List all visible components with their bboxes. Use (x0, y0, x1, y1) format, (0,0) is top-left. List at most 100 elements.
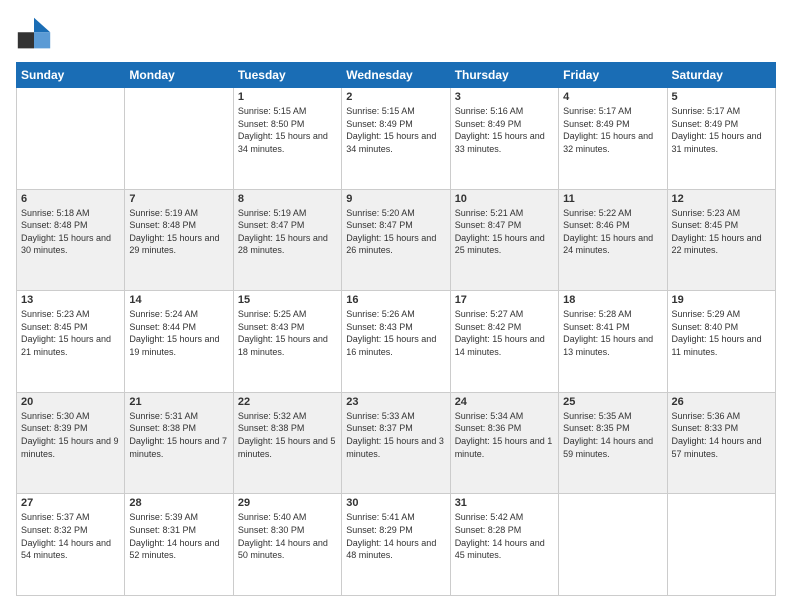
sunrise-label: Sunrise: 5:22 AM (563, 208, 632, 218)
weekday-header: Thursday (450, 63, 558, 88)
day-info: Sunrise: 5:15 AM Sunset: 8:50 PM Dayligh… (238, 105, 337, 155)
daylight-label: Daylight: 15 hours and 26 minutes. (346, 233, 436, 256)
sunset-label: Sunset: 8:42 PM (455, 322, 522, 332)
sunrise-label: Sunrise: 5:25 AM (238, 309, 307, 319)
calendar-cell: 15 Sunrise: 5:25 AM Sunset: 8:43 PM Dayl… (233, 291, 341, 393)
calendar-cell: 29 Sunrise: 5:40 AM Sunset: 8:30 PM Dayl… (233, 494, 341, 596)
day-info: Sunrise: 5:24 AM Sunset: 8:44 PM Dayligh… (129, 308, 228, 358)
daylight-label: Daylight: 15 hours and 14 minutes. (455, 334, 545, 357)
day-info: Sunrise: 5:23 AM Sunset: 8:45 PM Dayligh… (672, 207, 771, 257)
sunset-label: Sunset: 8:43 PM (238, 322, 305, 332)
day-info: Sunrise: 5:16 AM Sunset: 8:49 PM Dayligh… (455, 105, 554, 155)
calendar-cell: 30 Sunrise: 5:41 AM Sunset: 8:29 PM Dayl… (342, 494, 450, 596)
sunset-label: Sunset: 8:35 PM (563, 423, 630, 433)
daylight-label: Daylight: 15 hours and 13 minutes. (563, 334, 653, 357)
sunset-label: Sunset: 8:47 PM (346, 220, 413, 230)
calendar-cell: 9 Sunrise: 5:20 AM Sunset: 8:47 PM Dayli… (342, 189, 450, 291)
day-number: 2 (346, 91, 445, 103)
weekday-header: Tuesday (233, 63, 341, 88)
calendar-cell: 27 Sunrise: 5:37 AM Sunset: 8:32 PM Dayl… (17, 494, 125, 596)
day-number: 5 (672, 91, 771, 103)
sunrise-label: Sunrise: 5:42 AM (455, 512, 524, 522)
sunset-label: Sunset: 8:45 PM (672, 220, 739, 230)
sunset-label: Sunset: 8:41 PM (563, 322, 630, 332)
daylight-label: Daylight: 14 hours and 50 minutes. (238, 538, 328, 561)
day-info: Sunrise: 5:20 AM Sunset: 8:47 PM Dayligh… (346, 207, 445, 257)
day-info: Sunrise: 5:18 AM Sunset: 8:48 PM Dayligh… (21, 207, 120, 257)
daylight-label: Daylight: 15 hours and 34 minutes. (346, 131, 436, 154)
calendar-cell: 24 Sunrise: 5:34 AM Sunset: 8:36 PM Dayl… (450, 392, 558, 494)
daylight-label: Daylight: 15 hours and 22 minutes. (672, 233, 762, 256)
day-number: 6 (21, 193, 120, 205)
day-number: 9 (346, 193, 445, 205)
sunrise-label: Sunrise: 5:27 AM (455, 309, 524, 319)
day-number: 31 (455, 497, 554, 509)
sunset-label: Sunset: 8:31 PM (129, 525, 196, 535)
daylight-label: Daylight: 15 hours and 16 minutes. (346, 334, 436, 357)
sunset-label: Sunset: 8:47 PM (455, 220, 522, 230)
sunrise-label: Sunrise: 5:18 AM (21, 208, 90, 218)
daylight-label: Daylight: 15 hours and 1 minute. (455, 436, 553, 459)
daylight-label: Daylight: 15 hours and 32 minutes. (563, 131, 653, 154)
day-number: 19 (672, 294, 771, 306)
day-number: 27 (21, 497, 120, 509)
sunrise-label: Sunrise: 5:35 AM (563, 411, 632, 421)
calendar-cell: 10 Sunrise: 5:21 AM Sunset: 8:47 PM Dayl… (450, 189, 558, 291)
calendar-cell (17, 88, 125, 190)
sunset-label: Sunset: 8:40 PM (672, 322, 739, 332)
day-info: Sunrise: 5:31 AM Sunset: 8:38 PM Dayligh… (129, 410, 228, 460)
day-info: Sunrise: 5:28 AM Sunset: 8:41 PM Dayligh… (563, 308, 662, 358)
day-number: 7 (129, 193, 228, 205)
day-info: Sunrise: 5:42 AM Sunset: 8:28 PM Dayligh… (455, 511, 554, 561)
calendar-cell (125, 88, 233, 190)
sunrise-label: Sunrise: 5:41 AM (346, 512, 415, 522)
sunrise-label: Sunrise: 5:20 AM (346, 208, 415, 218)
day-number: 16 (346, 294, 445, 306)
weekday-header: Sunday (17, 63, 125, 88)
sunset-label: Sunset: 8:49 PM (672, 119, 739, 129)
day-number: 21 (129, 396, 228, 408)
sunrise-label: Sunrise: 5:39 AM (129, 512, 198, 522)
calendar-cell: 16 Sunrise: 5:26 AM Sunset: 8:43 PM Dayl… (342, 291, 450, 393)
calendar-week: 27 Sunrise: 5:37 AM Sunset: 8:32 PM Dayl… (17, 494, 776, 596)
weekday-header: Saturday (667, 63, 775, 88)
sunset-label: Sunset: 8:48 PM (129, 220, 196, 230)
calendar-cell (559, 494, 667, 596)
calendar-cell: 21 Sunrise: 5:31 AM Sunset: 8:38 PM Dayl… (125, 392, 233, 494)
day-info: Sunrise: 5:40 AM Sunset: 8:30 PM Dayligh… (238, 511, 337, 561)
day-number: 23 (346, 396, 445, 408)
logo (16, 16, 56, 52)
day-info: Sunrise: 5:29 AM Sunset: 8:40 PM Dayligh… (672, 308, 771, 358)
daylight-label: Daylight: 14 hours and 59 minutes. (563, 436, 653, 459)
day-number: 28 (129, 497, 228, 509)
sunrise-label: Sunrise: 5:34 AM (455, 411, 524, 421)
calendar-cell: 6 Sunrise: 5:18 AM Sunset: 8:48 PM Dayli… (17, 189, 125, 291)
day-info: Sunrise: 5:17 AM Sunset: 8:49 PM Dayligh… (563, 105, 662, 155)
day-number: 17 (455, 294, 554, 306)
sunset-label: Sunset: 8:49 PM (455, 119, 522, 129)
weekday-header: Wednesday (342, 63, 450, 88)
calendar-cell: 4 Sunrise: 5:17 AM Sunset: 8:49 PM Dayli… (559, 88, 667, 190)
day-info: Sunrise: 5:35 AM Sunset: 8:35 PM Dayligh… (563, 410, 662, 460)
sunset-label: Sunset: 8:32 PM (21, 525, 88, 535)
day-info: Sunrise: 5:41 AM Sunset: 8:29 PM Dayligh… (346, 511, 445, 561)
sunrise-label: Sunrise: 5:36 AM (672, 411, 741, 421)
calendar-cell: 3 Sunrise: 5:16 AM Sunset: 8:49 PM Dayli… (450, 88, 558, 190)
day-info: Sunrise: 5:30 AM Sunset: 8:39 PM Dayligh… (21, 410, 120, 460)
daylight-label: Daylight: 15 hours and 3 minutes. (346, 436, 444, 459)
day-info: Sunrise: 5:34 AM Sunset: 8:36 PM Dayligh… (455, 410, 554, 460)
weekday-header: Monday (125, 63, 233, 88)
day-info: Sunrise: 5:25 AM Sunset: 8:43 PM Dayligh… (238, 308, 337, 358)
day-number: 22 (238, 396, 337, 408)
calendar-cell: 25 Sunrise: 5:35 AM Sunset: 8:35 PM Dayl… (559, 392, 667, 494)
daylight-label: Daylight: 15 hours and 7 minutes. (129, 436, 227, 459)
day-info: Sunrise: 5:39 AM Sunset: 8:31 PM Dayligh… (129, 511, 228, 561)
sunrise-label: Sunrise: 5:19 AM (129, 208, 198, 218)
sunset-label: Sunset: 8:43 PM (346, 322, 413, 332)
sunrise-label: Sunrise: 5:31 AM (129, 411, 198, 421)
day-info: Sunrise: 5:32 AM Sunset: 8:38 PM Dayligh… (238, 410, 337, 460)
sunrise-label: Sunrise: 5:15 AM (346, 106, 415, 116)
calendar-cell: 31 Sunrise: 5:42 AM Sunset: 8:28 PM Dayl… (450, 494, 558, 596)
daylight-label: Daylight: 15 hours and 25 minutes. (455, 233, 545, 256)
daylight-label: Daylight: 15 hours and 28 minutes. (238, 233, 328, 256)
